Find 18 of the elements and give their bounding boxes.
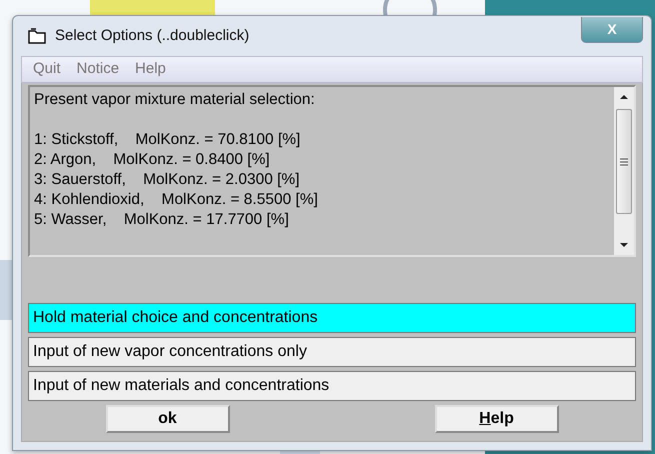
option-item[interactable]: Hold material choice and concentrations — [28, 303, 636, 333]
option-item[interactable]: Input of new vapor concentrations only — [28, 337, 636, 367]
material-line: 5: Wasser, MolKonz. = 17.7700 [%] — [34, 210, 289, 230]
window-title: Select Options (..doubleclick) — [55, 26, 250, 46]
material-line: 1: Stickstoff, MolKonz. = 70.8100 [%] — [34, 130, 300, 150]
material-line: 4: Kohlendioxid, MolKonz. = 8.5500 [%] — [34, 190, 318, 210]
scroll-thumb[interactable] — [616, 109, 632, 214]
menu-item[interactable]: Help — [130, 58, 171, 81]
dialog-button[interactable]: Help — [434, 405, 558, 433]
window-icon — [27, 27, 47, 45]
menu-item[interactable]: Quit — [28, 58, 66, 81]
option-item[interactable]: Input of new materials and concentrations — [28, 371, 636, 401]
material-line: 2: Argon, MolKonz. = 0.8400 [%] — [34, 150, 270, 170]
dialog-button[interactable]: ok — [106, 405, 230, 433]
material-line: 3: Sauerstoff, MolKonz. = 2.0300 [%] — [34, 170, 300, 190]
selection-heading: Present vapor mixture material selection: — [34, 90, 315, 110]
scrollbar[interactable] — [614, 87, 634, 255]
menu-item[interactable]: Notice — [72, 58, 124, 81]
